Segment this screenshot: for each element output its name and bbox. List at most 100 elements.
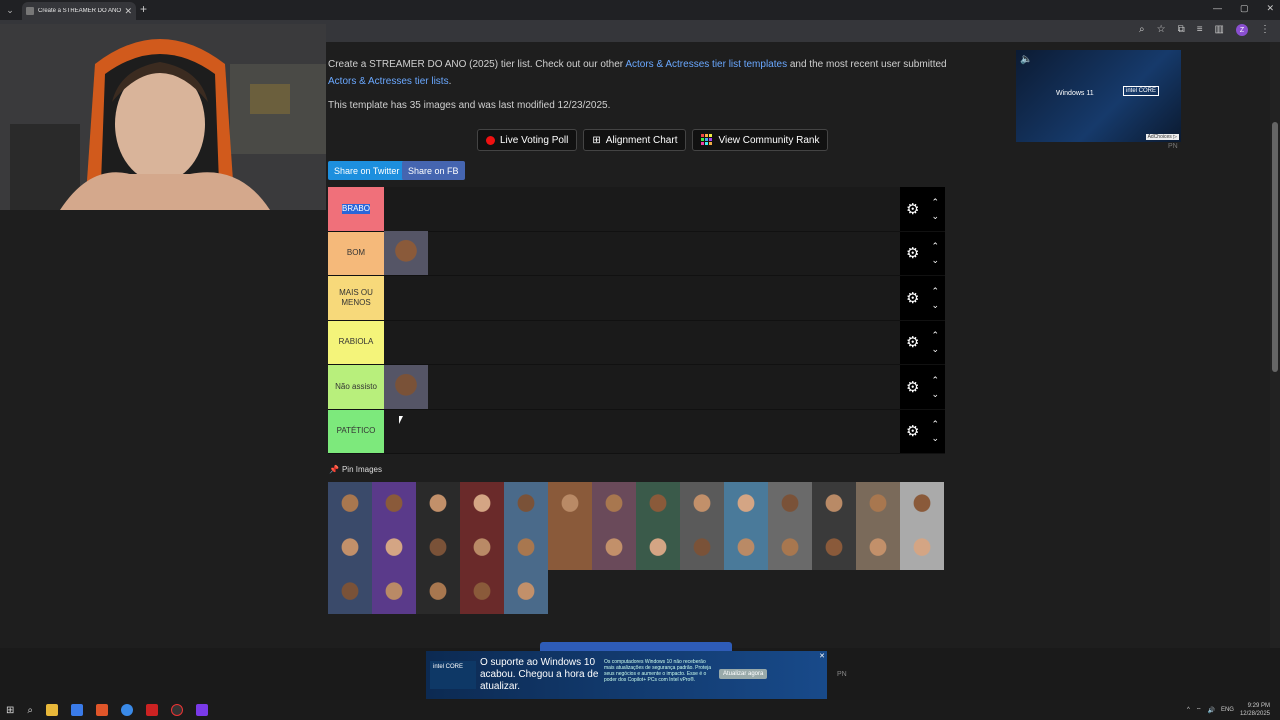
app-red-icon[interactable] <box>146 704 158 716</box>
pool-image[interactable] <box>460 482 504 526</box>
move-down-icon[interactable]: ⌄ <box>931 387 939 401</box>
pool-image[interactable] <box>856 482 900 526</box>
pool-image[interactable] <box>504 482 548 526</box>
tier-label[interactable]: PATÉTICO <box>328 409 384 453</box>
pool-image[interactable] <box>900 482 944 526</box>
network-icon[interactable]: ⌔ <box>1196 706 1202 714</box>
tier-items[interactable] <box>384 321 900 365</box>
pool-image[interactable] <box>812 482 856 526</box>
pool-image[interactable] <box>900 526 944 570</box>
menu-icon[interactable]: ⋮ <box>1260 24 1270 36</box>
ad-cta-button[interactable]: Atualizar agora <box>719 669 768 679</box>
pool-image[interactable] <box>416 482 460 526</box>
minimize-button[interactable]: — <box>1213 3 1222 14</box>
tier-items[interactable] <box>384 410 900 454</box>
pool-image[interactable] <box>328 482 372 526</box>
downloads-icon[interactable]: ≡ <box>1197 24 1203 36</box>
pool-image[interactable] <box>724 482 768 526</box>
sidebar-icon[interactable]: ▥ <box>1215 24 1224 36</box>
move-up-icon[interactable]: ⌃ <box>931 239 939 253</box>
maximize-button[interactable]: ▢ <box>1240 3 1249 14</box>
ad-banner-right[interactable]: 🔈 Windows 11 intel CORE AdChoices ▷ <box>1016 50 1181 142</box>
tier-items[interactable] <box>384 231 900 276</box>
pool-image[interactable] <box>856 526 900 570</box>
pin-images-toggle[interactable]: 📌 Pin Images <box>329 465 382 474</box>
mute-icon[interactable]: 🔈 <box>1020 54 1032 65</box>
pool-image[interactable] <box>548 526 592 570</box>
ad-close-icon[interactable]: ✕ <box>819 652 825 660</box>
obs-icon[interactable] <box>171 704 183 716</box>
twitch-icon[interactable] <box>196 704 208 716</box>
page-scrollbar[interactable] <box>1270 42 1280 648</box>
tier-label[interactable]: RABIOLA <box>328 320 384 364</box>
tab-close-icon[interactable]: ✕ <box>124 6 132 17</box>
tier-label[interactable]: MAIS OU MENOS <box>328 276 384 320</box>
pool-image[interactable] <box>372 482 416 526</box>
profile-avatar[interactable]: Z <box>1236 24 1248 36</box>
browser-tab[interactable]: Create a STREAMER DO ANO (20 ✕ <box>22 2 136 20</box>
pool-image[interactable] <box>460 526 504 570</box>
live-voting-button[interactable]: Live Voting Poll <box>477 129 578 151</box>
community-rank-button[interactable]: View Community Rank <box>692 129 829 151</box>
volume-icon[interactable]: 🔊 <box>1207 707 1214 714</box>
tier-label[interactable]: BOM <box>328 231 384 275</box>
settings-gear-icon[interactable]: ⚙ <box>906 289 919 307</box>
move-up-icon[interactable]: ⌃ <box>931 328 939 342</box>
zoom-icon[interactable]: ⌕ <box>1139 24 1145 36</box>
tier-item-image[interactable] <box>384 364 428 409</box>
settings-gear-icon[interactable]: ⚙ <box>906 333 919 351</box>
move-down-icon[interactable]: ⌄ <box>931 209 939 223</box>
tier-label[interactable]: Não assisto <box>328 365 384 409</box>
scroll-thumb[interactable] <box>1272 122 1278 372</box>
pool-image[interactable] <box>372 526 416 570</box>
tray-expand-icon[interactable]: ^ <box>1187 707 1190 713</box>
file-explorer-icon[interactable] <box>46 704 58 716</box>
store-icon[interactable] <box>71 704 83 716</box>
move-up-icon[interactable]: ⌃ <box>931 373 939 387</box>
bookmark-star-icon[interactable]: ☆ <box>1157 24 1166 36</box>
clock[interactable]: 9:29 PM 12/28/2025 <box>1240 702 1270 718</box>
pool-image[interactable] <box>416 570 460 614</box>
close-window-button[interactable]: ✕ <box>1266 3 1274 14</box>
language-indicator[interactable]: ENG <box>1221 707 1234 713</box>
move-down-icon[interactable]: ⌄ <box>931 298 939 312</box>
pool-image[interactable] <box>504 526 548 570</box>
pool-image[interactable] <box>504 570 548 614</box>
tier-items[interactable] <box>384 276 900 320</box>
pool-image[interactable] <box>768 482 812 526</box>
windows-start-icon[interactable]: ⊞ <box>6 705 14 716</box>
move-up-icon[interactable]: ⌃ <box>931 417 939 431</box>
move-down-icon[interactable]: ⌄ <box>931 431 939 445</box>
pool-image[interactable] <box>592 482 636 526</box>
tier-items[interactable] <box>384 364 900 409</box>
pool-image[interactable] <box>372 570 416 614</box>
ad-banner-bottom[interactable]: intel CORE O suporte ao Windows 10 acabo… <box>426 651 827 699</box>
extensions-icon[interactable]: ⧉ <box>1178 24 1185 36</box>
share-twitter-button[interactable]: Share on Twitter <box>328 161 406 180</box>
pool-image[interactable] <box>724 526 768 570</box>
settings-gear-icon[interactable]: ⚙ <box>906 244 919 262</box>
move-down-icon[interactable]: ⌄ <box>931 253 939 267</box>
pool-image[interactable] <box>592 526 636 570</box>
templates-link[interactable]: Actors & Actresses tier list templates <box>625 59 787 70</box>
pool-image[interactable] <box>680 526 724 570</box>
tier-items[interactable] <box>384 187 900 231</box>
pool-image[interactable] <box>548 482 592 526</box>
new-tab-button[interactable]: + <box>140 2 147 16</box>
move-down-icon[interactable]: ⌄ <box>931 342 939 356</box>
settings-gear-icon[interactable]: ⚙ <box>906 422 919 440</box>
pool-image[interactable] <box>328 570 372 614</box>
settings-gear-icon[interactable]: ⚙ <box>906 200 919 218</box>
pool-image[interactable] <box>636 526 680 570</box>
share-fb-button[interactable]: Share on FB <box>402 161 465 180</box>
adchoices-link[interactable]: AdChoices ▷ <box>1145 134 1179 140</box>
user-lists-link[interactable]: Actors & Actresses tier lists <box>328 76 449 87</box>
tier-label[interactable]: BRABO <box>328 187 384 231</box>
pool-image[interactable] <box>416 526 460 570</box>
pool-image[interactable] <box>680 482 724 526</box>
pool-image[interactable] <box>460 570 504 614</box>
settings-gear-icon[interactable]: ⚙ <box>906 378 919 396</box>
tab-search-icon[interactable]: ⌄ <box>0 0 20 20</box>
chrome-icon[interactable] <box>121 704 133 716</box>
search-icon[interactable]: ⌕ <box>27 705 33 716</box>
